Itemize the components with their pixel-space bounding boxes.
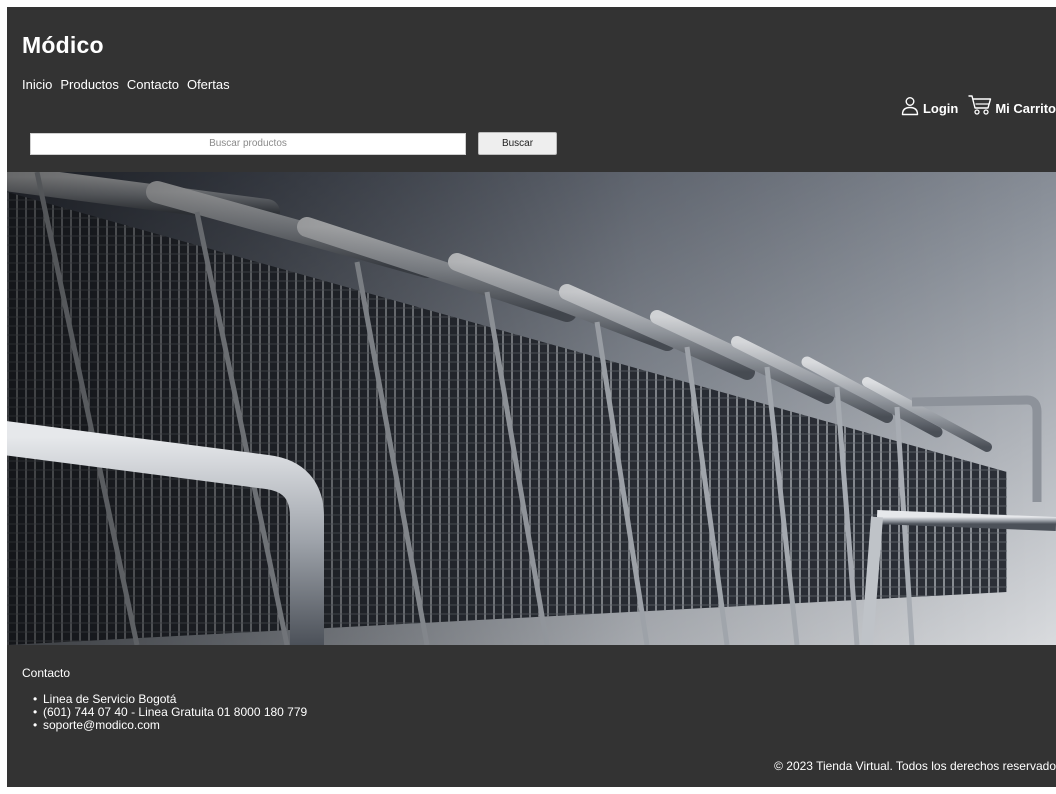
login-label: Login xyxy=(922,101,959,116)
cart-button[interactable]: Mi Carrito xyxy=(968,94,1056,116)
user-icon xyxy=(900,96,920,116)
cart-label: Mi Carrito xyxy=(995,101,1056,116)
shopping-carts-photo xyxy=(7,172,1056,645)
footer-contact-list: Linea de Servicio Bogotá (601) 744 07 40… xyxy=(30,693,307,732)
search-bar: Buscar xyxy=(30,132,557,155)
nav-item-productos[interactable]: Productos xyxy=(60,77,119,92)
nav-item-contacto[interactable]: Contacto xyxy=(127,77,179,92)
copyright-text: © 2023 Tienda Virtual. Todos los derecho… xyxy=(774,759,1056,773)
search-input[interactable] xyxy=(30,132,466,155)
cart-icon xyxy=(968,94,992,116)
main-nav: Inicio Productos Contacto Ofertas xyxy=(22,77,230,92)
list-item[interactable]: soporte@modico.com xyxy=(30,719,307,732)
hero-banner-image xyxy=(7,172,1056,645)
search-button[interactable]: Buscar xyxy=(478,132,557,155)
user-actions: Login Mi Carrito xyxy=(900,94,1056,116)
brand-logo-text[interactable]: Módico xyxy=(22,32,104,59)
footer-contact-title: Contacto xyxy=(22,666,71,680)
nav-item-inicio[interactable]: Inicio xyxy=(22,77,52,92)
page: Módico Inicio Productos Contacto Ofertas… xyxy=(7,7,1056,787)
nav-item-ofertas[interactable]: Ofertas xyxy=(187,77,230,92)
login-button[interactable]: Login xyxy=(900,96,958,116)
